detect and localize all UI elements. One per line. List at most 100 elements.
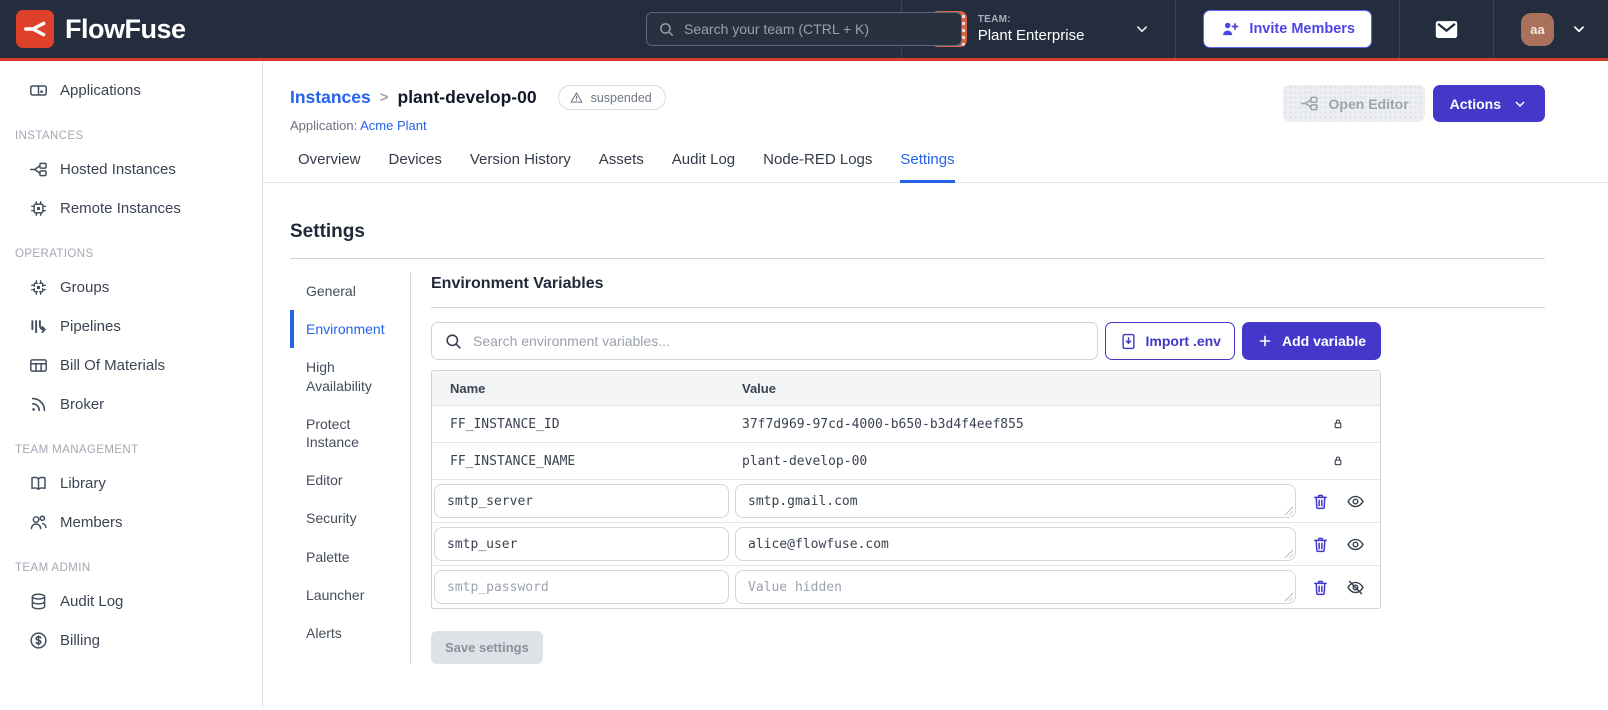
column-header-name: Name xyxy=(450,380,486,396)
save-settings-button[interactable]: Save settings xyxy=(431,631,543,664)
table-row xyxy=(432,566,1380,608)
sidebar-item-label: Applications xyxy=(60,82,141,99)
breadcrumb: Instances > plant-develop-00 suspended xyxy=(290,85,666,110)
env-var-value: 37f7d969-97cd-4000-b650-b3d4f4eef855 xyxy=(742,416,1024,432)
sidebar-item-billing[interactable]: Billing xyxy=(0,621,262,660)
tab-version-history[interactable]: Version History xyxy=(470,151,571,183)
env-var-name: FF_INSTANCE_ID xyxy=(450,416,560,432)
sidebar-item-broker[interactable]: Broker xyxy=(0,385,262,424)
main-content: Instances > plant-develop-00 suspended A… xyxy=(263,61,1608,707)
env-name-input[interactable] xyxy=(434,570,729,604)
env-value-input[interactable] xyxy=(735,484,1296,518)
env-value-input[interactable] xyxy=(735,570,1296,604)
sidebar-item-groups[interactable]: Groups xyxy=(0,268,262,307)
column-header-value: Value xyxy=(742,380,776,396)
table-row: FF_INSTANCE_ID 37f7d969-97cd-4000-b650-b… xyxy=(432,406,1380,443)
top-navigation-bar: FlowFuse TEAM: Plant Enterprise Invite M… xyxy=(0,0,1608,61)
fork-icon xyxy=(1299,93,1320,114)
table-row xyxy=(432,523,1380,566)
settings-nav-palette[interactable]: Palette xyxy=(290,538,394,576)
settings-nav-security[interactable]: Security xyxy=(290,499,394,537)
app-root: FlowFuse TEAM: Plant Enterprise Invite M… xyxy=(0,0,1608,707)
breadcrumb-instances-link[interactable]: Instances xyxy=(290,87,371,108)
mail-icon xyxy=(1433,16,1460,43)
delete-variable-button[interactable] xyxy=(1311,578,1330,597)
toggle-visibility-button[interactable] xyxy=(1346,492,1365,511)
tab-node-red-logs[interactable]: Node-RED Logs xyxy=(763,151,872,183)
sidebar-item-label: Members xyxy=(60,514,123,531)
sidebar-item-hosted-instances[interactable]: Hosted Instances xyxy=(0,150,262,189)
brand-name: FlowFuse xyxy=(65,13,186,44)
home-link[interactable]: FlowFuse xyxy=(16,10,186,48)
sidebar-item-members[interactable]: Members xyxy=(0,503,262,542)
notifications-button[interactable] xyxy=(1433,16,1460,43)
divider xyxy=(1175,0,1177,58)
delete-variable-button[interactable] xyxy=(1311,492,1330,511)
env-name-input[interactable] xyxy=(434,527,729,561)
divider xyxy=(1399,0,1400,58)
tab-assets[interactable]: Assets xyxy=(599,151,644,183)
toggle-visibility-button[interactable] xyxy=(1346,535,1365,554)
settings-nav-editor[interactable]: Editor xyxy=(290,461,394,499)
env-name-input[interactable] xyxy=(434,484,729,518)
eye-icon xyxy=(1346,492,1365,511)
instance-tabs: Overview Devices Version History Assets … xyxy=(263,133,1608,183)
actions-label: Actions xyxy=(1449,95,1501,112)
env-variables-table: Name Value FF_INSTANCE_ID 37f7d969-97cd-… xyxy=(431,370,1381,609)
sidebar-item-applications[interactable]: Applications xyxy=(0,71,262,110)
sidebar-item-label: Groups xyxy=(60,279,110,296)
delete-variable-button[interactable] xyxy=(1311,535,1330,554)
open-editor-label: Open Editor xyxy=(1328,95,1409,112)
page-title: plant-develop-00 xyxy=(397,87,537,107)
settings-nav-environment[interactable]: Environment xyxy=(290,310,394,349)
table-row xyxy=(432,480,1380,523)
team-search-input[interactable] xyxy=(684,21,950,37)
sidebar-item-audit-log[interactable]: Audit Log xyxy=(0,582,262,621)
tab-audit-log[interactable]: Audit Log xyxy=(672,151,735,183)
sidebar-item-label: Library xyxy=(60,475,106,492)
sidebar: Applications INSTANCES Hosted Instances … xyxy=(0,61,263,707)
sidebar-item-library[interactable]: Library xyxy=(0,464,262,503)
sidebar-item-label: Bill Of Materials xyxy=(60,357,166,374)
tab-devices[interactable]: Devices xyxy=(389,151,442,183)
database-icon xyxy=(28,591,49,612)
tab-overview[interactable]: Overview xyxy=(298,151,361,183)
toggle-visibility-button[interactable] xyxy=(1346,578,1365,597)
user-plus-icon xyxy=(1220,19,1240,39)
sidebar-item-bill-of-materials[interactable]: Bill Of Materials xyxy=(0,346,262,385)
eye-icon xyxy=(1346,535,1365,554)
import-env-button[interactable]: Import .env xyxy=(1104,322,1235,360)
chevron-down-icon xyxy=(1133,20,1151,38)
tab-settings[interactable]: Settings xyxy=(900,151,955,183)
settings-nav-general[interactable]: General xyxy=(290,272,394,310)
sidebar-item-label: Remote Instances xyxy=(60,200,181,217)
sidebar-heading-instances: INSTANCES xyxy=(15,130,84,142)
settings-nav-protect-instance[interactable]: Protect Instance xyxy=(290,405,394,461)
invite-members-button[interactable]: Invite Members xyxy=(1203,10,1372,48)
user-avatar: aa xyxy=(1521,12,1554,46)
sidebar-heading-team-management: TEAM MANAGEMENT xyxy=(15,444,139,456)
sidebar-item-label: Billing xyxy=(60,632,101,649)
settings-nav-high-availability[interactable]: High Availability xyxy=(290,348,394,404)
invite-members-label: Invite Members xyxy=(1249,21,1355,37)
open-editor-button[interactable]: Open Editor xyxy=(1282,85,1425,122)
team-search-box[interactable] xyxy=(646,12,962,46)
trash-icon xyxy=(1311,492,1330,511)
actions-button[interactable]: Actions xyxy=(1432,85,1545,122)
settings-nav-alerts[interactable]: Alerts xyxy=(290,614,394,652)
add-variable-button[interactable]: Add variable xyxy=(1241,322,1381,360)
search-icon xyxy=(658,21,675,38)
user-menu[interactable]: aa xyxy=(1521,12,1588,46)
env-search-box[interactable] xyxy=(431,322,1098,360)
application-link[interactable]: Acme Plant xyxy=(360,118,426,133)
sidebar-item-pipelines[interactable]: Pipelines xyxy=(0,307,262,346)
env-search-input[interactable] xyxy=(473,333,1085,349)
env-var-name: FF_INSTANCE_NAME xyxy=(450,453,576,469)
sidebar-item-remote-instances[interactable]: Remote Instances xyxy=(0,189,262,228)
settings-nav-launcher[interactable]: Launcher xyxy=(290,576,394,614)
settings-title: Settings xyxy=(290,221,365,242)
env-value-input[interactable] xyxy=(735,527,1296,561)
env-section-title: Environment Variables xyxy=(431,272,1545,308)
lock-icon xyxy=(1330,453,1346,469)
plus-icon xyxy=(1257,333,1273,349)
